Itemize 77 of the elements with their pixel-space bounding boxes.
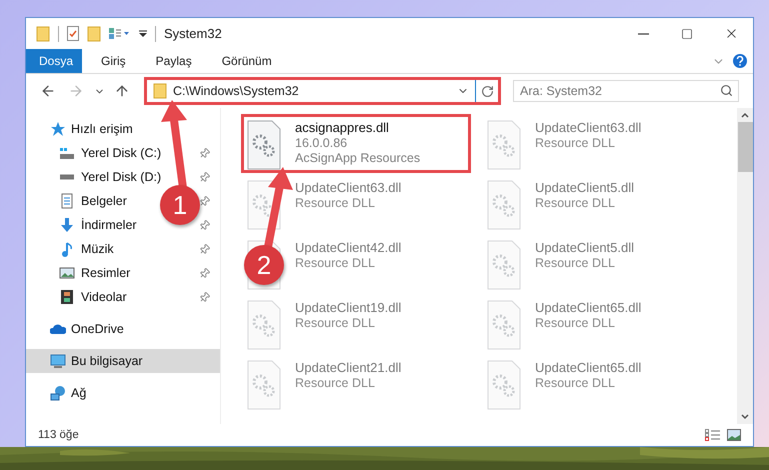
file-detail: Resource DLL <box>295 376 376 390</box>
gear-file-icon <box>487 300 521 350</box>
address-field[interactable]: C:\Windows\System32 <box>144 77 501 105</box>
file-menu-button[interactable]: Dosya <box>26 49 82 73</box>
file-name: UpdateClient42.dll <box>295 240 402 255</box>
film-icon <box>61 289 73 305</box>
minimize-icon <box>638 32 648 34</box>
search-field[interactable]: Ara: System32 <box>513 80 739 102</box>
properties-icon <box>67 26 79 41</box>
image-icon <box>59 267 75 279</box>
gear-file-icon <box>487 360 521 410</box>
file-name: UpdateClient63.dll <box>295 180 402 195</box>
search-icon <box>720 84 733 97</box>
folder-icon <box>153 83 167 99</box>
file-name: UpdateClient5.dll <box>535 180 634 195</box>
drive-icon <box>59 174 75 180</box>
refresh-icon <box>480 84 494 98</box>
nav-item[interactable]: İndirmeler <box>56 214 139 236</box>
file-name: UpdateClient65.dll <box>535 300 642 315</box>
file-detail: Resource DLL <box>295 316 376 330</box>
file-detail: Resource DLL <box>535 196 616 210</box>
drive-icon <box>59 148 75 158</box>
file-name: UpdateClient5.dll <box>535 240 634 255</box>
nav-item[interactable]: Hızlı erişim <box>26 117 220 141</box>
gear-file-icon <box>487 120 521 170</box>
file-detail: Resource DLL <box>535 256 616 270</box>
ribbon-tab[interactable]: Giriş <box>88 49 139 73</box>
file-name: UpdateClient19.dll <box>295 300 402 315</box>
file-detail: 16.0.0.86 <box>295 136 348 150</box>
file-item[interactable]: acsignappres.dll 16.0.0.86 AcSignApp Resources <box>241 114 471 173</box>
gear-file-icon <box>247 360 281 410</box>
nav-item[interactable]: Ağ <box>26 381 220 405</box>
monitor-icon <box>50 354 66 368</box>
gear-file-icon <box>247 180 281 230</box>
details-view-icon[interactable] <box>705 429 721 441</box>
nav-item[interactable]: Müzik <box>56 238 116 260</box>
forward-arrow-icon <box>68 83 84 99</box>
nav-item[interactable]: Videolar <box>56 286 129 308</box>
nav-item[interactable]: Belgeler <box>56 190 129 212</box>
file-detail: Resource DLL <box>535 136 616 150</box>
download-arrow-icon <box>60 218 74 232</box>
folder-icon <box>36 26 50 42</box>
scrollbar[interactable] <box>737 108 753 424</box>
cloud-icon <box>50 324 66 334</box>
file-detail: Resource DLL <box>535 316 616 330</box>
nav-item[interactable]: Yerel Disk (C:) <box>56 142 164 164</box>
gear-file-icon <box>247 120 281 170</box>
file-detail: AcSignApp Resources <box>295 151 420 165</box>
file-name: acsignappres.dll <box>295 120 390 135</box>
star-icon <box>50 121 66 137</box>
customize-caret-icon[interactable] <box>139 30 147 38</box>
gear-file-icon <box>247 300 281 350</box>
ribbon-tab[interactable]: Paylaş <box>142 49 205 73</box>
ribbon-tab[interactable]: Görünüm <box>208 49 285 73</box>
file-detail: Resource DLL <box>295 196 376 210</box>
file-name: UpdateClient65.dll <box>535 360 642 375</box>
nav-item[interactable]: Resimler <box>56 262 132 284</box>
nav-item[interactable]: Bu bilgisayar <box>26 349 220 373</box>
item-count: 113 öğe <box>38 429 79 441</box>
gear-file-icon <box>487 180 521 230</box>
scrollbar-thumb[interactable] <box>738 122 752 172</box>
network-globe-icon <box>50 386 66 400</box>
nav-item[interactable]: OneDrive <box>26 317 220 341</box>
file-name: UpdateClient21.dll <box>295 360 402 375</box>
window-title: System32 <box>164 26 222 41</box>
new-folder-icon <box>87 26 101 42</box>
maximize-icon <box>681 28 693 40</box>
file-detail: Resource DLL <box>535 376 616 390</box>
help-icon[interactable] <box>733 54 747 68</box>
large-icons-view-icon[interactable] <box>727 429 741 441</box>
nav-item[interactable]: Yerel Disk (D:) <box>56 166 164 188</box>
file-name: UpdateClient63.dll <box>535 120 642 135</box>
view-options-icon[interactable] <box>109 28 131 40</box>
music-note-icon <box>62 242 72 256</box>
document-icon <box>61 193 73 209</box>
file-detail: Resource DLL <box>295 256 376 270</box>
gear-file-icon <box>487 240 521 290</box>
